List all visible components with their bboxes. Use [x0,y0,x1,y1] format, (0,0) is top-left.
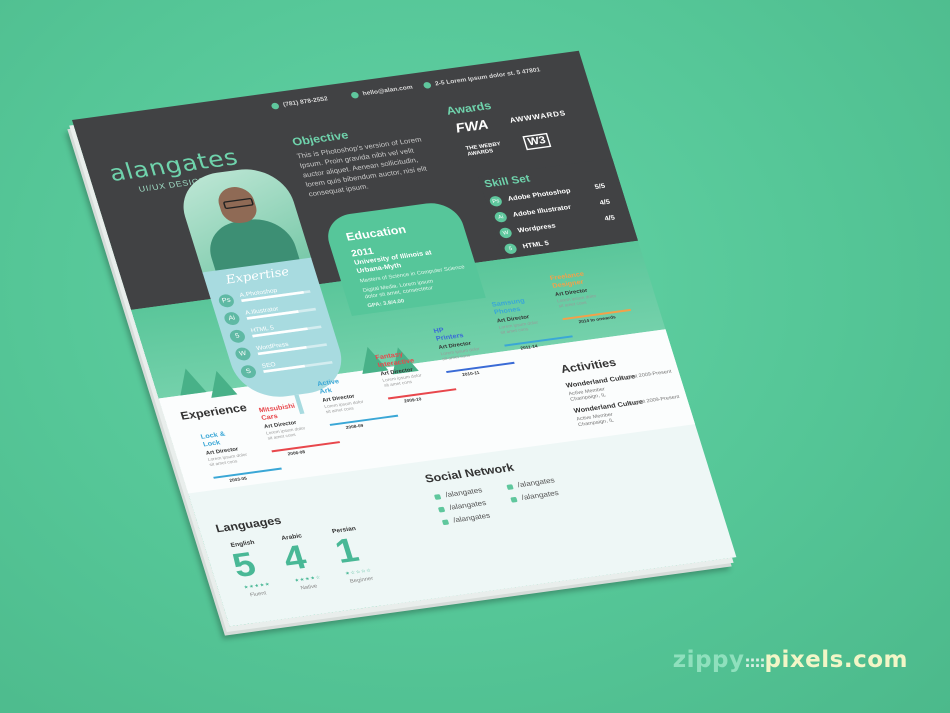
expertise-item: 5 HTML 5 [228,318,322,344]
vimeo-icon [441,519,450,526]
wordpress-icon: W [233,346,253,362]
skill-score: 4/5 [603,214,616,223]
illustrator-icon: Ai [222,311,242,326]
skill-score: 4/5 [598,198,612,207]
resume-sheet: alangates UI/UX DESIGNER (781) 878-2552 … [72,50,737,627]
html5-icon: 5 [228,328,247,344]
resume-mockup: alangates UI/UX DESIGNER (781) 878-2552 … [0,0,950,713]
expertise-heading: Expertise [223,264,292,287]
expertise-item: W WordPress [233,336,328,362]
linkedin-icon [506,484,514,491]
seo-icon: S [239,364,258,380]
zippypixels-watermark: zippy::::pixels.com [672,647,908,673]
expertise-item: S SEO [239,354,333,380]
expertise-item: Ai A.Illustrator [222,300,317,326]
facebook-icon [433,494,442,500]
photoshop-icon: Ps [217,293,236,309]
behance-icon [510,496,518,503]
twitter-icon [437,506,446,513]
skill-score: 5/5 [593,182,607,191]
